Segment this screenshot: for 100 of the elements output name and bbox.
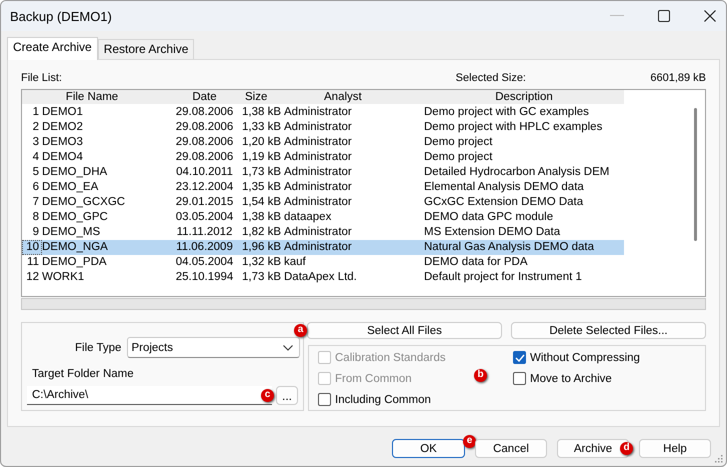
table-cell-text: Administrator xyxy=(284,240,353,255)
selected-size-label: Selected Size: xyxy=(456,72,526,84)
row-number: 6 xyxy=(32,180,40,195)
callout-badge: c xyxy=(261,389,274,402)
chevron-down-icon xyxy=(283,344,293,350)
checkbox-option[interactable]: Move to Archive xyxy=(513,368,696,389)
table-cell-text: DEMO data for PDA xyxy=(424,255,529,270)
maximize-icon[interactable] xyxy=(658,10,670,22)
table-cell-text: Administrator xyxy=(284,150,353,165)
file-list-label: File List: xyxy=(21,72,62,84)
table-cell-text: 1,96 kB xyxy=(242,240,282,255)
table-cell-text: GCxGC Extension DEMO Data xyxy=(424,195,584,210)
table-cell-text: 11.11.2012 xyxy=(176,225,234,240)
column-header[interactable]: Date xyxy=(167,90,242,104)
check-icon xyxy=(514,354,524,362)
table-cell-text: 1,54 kB xyxy=(242,195,282,210)
table-cell-text: 29.08.2006 xyxy=(174,105,234,120)
table-cell-text: dataapex xyxy=(284,210,332,225)
table-cell-text: 1,73 kB xyxy=(242,165,282,180)
column-header[interactable]: File Name xyxy=(42,90,167,104)
table-cell-text: DataApex Ltd. xyxy=(284,270,358,285)
table-cell-text: MS Extension DEMO Data xyxy=(424,225,562,240)
table-cell-text: DEMO2 xyxy=(42,120,84,135)
row-number: 11 xyxy=(26,255,40,270)
table-cell-text: Administrator xyxy=(284,165,353,180)
table-cell-text: 1,19 kB xyxy=(242,150,282,165)
browse-button[interactable]: ... xyxy=(276,386,298,405)
selected-row[interactable]: 10 DEMO_NGA 11.06.2009 1,96 kB Administrator Natural Gas Analysis DEMO data xyxy=(22,240,624,255)
minimize-icon[interactable] xyxy=(610,15,624,17)
table-cell-text: 25.10.1994 xyxy=(174,270,234,285)
table-cell-text: Default project for Instrument 1 xyxy=(424,270,583,285)
row-number: 7 xyxy=(32,195,40,210)
table-cell-text: 03.05.2004 xyxy=(174,210,234,225)
file-type-dropdown[interactable]: Projects xyxy=(127,337,300,358)
table-cell-text: 23.12.2004 xyxy=(174,180,234,195)
file-list[interactable] xyxy=(21,89,706,297)
row-number: 2 xyxy=(32,120,40,135)
column-header[interactable]: Description xyxy=(424,90,624,104)
callout-badge: b xyxy=(474,369,487,382)
table-cell-text: Demo project with HPLC examples xyxy=(424,120,604,135)
table-cell-text: 1,33 kB xyxy=(242,120,282,135)
table-cell-text: DEMO3 xyxy=(42,135,84,150)
table-cell-text: Administrator xyxy=(284,120,353,135)
table-cell-text: DEMO1 xyxy=(42,105,84,120)
table-cell-text: DEMO data GPC module xyxy=(424,210,554,225)
table-cell-text: 1,38 kB xyxy=(242,105,282,120)
table-cell-text: DEMO_GPC xyxy=(42,210,109,225)
table-cell-text: Demo project xyxy=(424,150,494,165)
row-number: 3 xyxy=(32,135,40,150)
select-all-files-button[interactable]: Select All Files xyxy=(307,322,502,339)
table-cell-text: DEMO_PDA xyxy=(42,255,108,270)
scrollbar-thumb[interactable] xyxy=(694,108,697,241)
tab[interactable]: Restore Archive xyxy=(98,39,194,59)
selected-size-value: 6601,89 kB xyxy=(649,72,706,84)
table-cell-text: 11.06.2009 xyxy=(175,240,234,255)
table-cell-text: 1,73 kB xyxy=(242,270,282,285)
table-cell-text: Detailed Hydrocarbon Analysis DEM xyxy=(424,165,610,180)
checkbox-option[interactable]: Without Compressing xyxy=(513,347,696,368)
row-number: 12 xyxy=(25,270,40,285)
table-cell-text: Administrator xyxy=(284,180,353,195)
table-cell-text: 1,35 kB xyxy=(242,180,282,195)
table-cell-text: 29.08.2006 xyxy=(174,135,234,150)
help-button[interactable]: Help xyxy=(639,439,711,458)
table-cell-text: Demo project with GC examples xyxy=(424,105,590,120)
callout-badge: a xyxy=(294,324,307,337)
table-cell-text: 1,82 kB xyxy=(242,225,282,240)
table-cell-text: Administrator xyxy=(284,195,353,210)
window-title: Backup (DEMO1) xyxy=(10,8,113,24)
table-cell-text: 1,20 kB xyxy=(242,135,282,150)
cancel-button[interactable]: Cancel xyxy=(475,439,547,458)
table-cell-text: DEMO_NGA xyxy=(42,240,109,255)
column-header[interactable]: Analyst xyxy=(284,90,424,104)
resize-grip-icon[interactable] xyxy=(715,455,723,463)
table-cell-text: Demo project xyxy=(424,135,494,150)
row-number: 4 xyxy=(32,150,40,165)
row-number: 9 xyxy=(32,225,40,240)
delete-selected-files-button[interactable]: Delete Selected Files... xyxy=(511,322,706,339)
row-number: 5 xyxy=(32,165,40,180)
table-cell-text: DEMO_GCXGC xyxy=(42,195,126,210)
target-folder-label: Target Folder Name xyxy=(32,368,135,380)
horizontal-scrollbar[interactable] xyxy=(21,298,706,310)
table-cell-text: 04.05.2004 xyxy=(174,255,234,270)
row-number: 8 xyxy=(32,210,40,225)
table-cell-text: 04.10.2011 xyxy=(175,165,234,180)
table-cell-text: kauf xyxy=(284,255,307,270)
ok-button[interactable]: OK xyxy=(392,439,465,458)
table-cell-text: Administrator xyxy=(284,135,353,150)
table-cell-text: DEMO_MS xyxy=(42,225,102,240)
table-cell-text: DEMO4 xyxy=(42,150,84,165)
table-cell-text: 29.08.2006 xyxy=(174,150,234,165)
table-cell-text: WORK1 xyxy=(42,270,86,285)
checkbox-option[interactable]: Including Common xyxy=(318,389,513,410)
column-header[interactable]: Size xyxy=(242,90,284,104)
callout-badge: d xyxy=(620,442,633,455)
table-cell-text: Natural Gas Analysis DEMO data xyxy=(424,240,596,255)
table-cell-text: Elemental Analysis DEMO data xyxy=(424,180,585,195)
close-icon[interactable] xyxy=(704,10,716,22)
table-cell-text: DEMO_EA xyxy=(42,180,100,195)
tab[interactable]: Create Archive xyxy=(7,37,98,60)
callout-badge: e xyxy=(463,435,476,448)
